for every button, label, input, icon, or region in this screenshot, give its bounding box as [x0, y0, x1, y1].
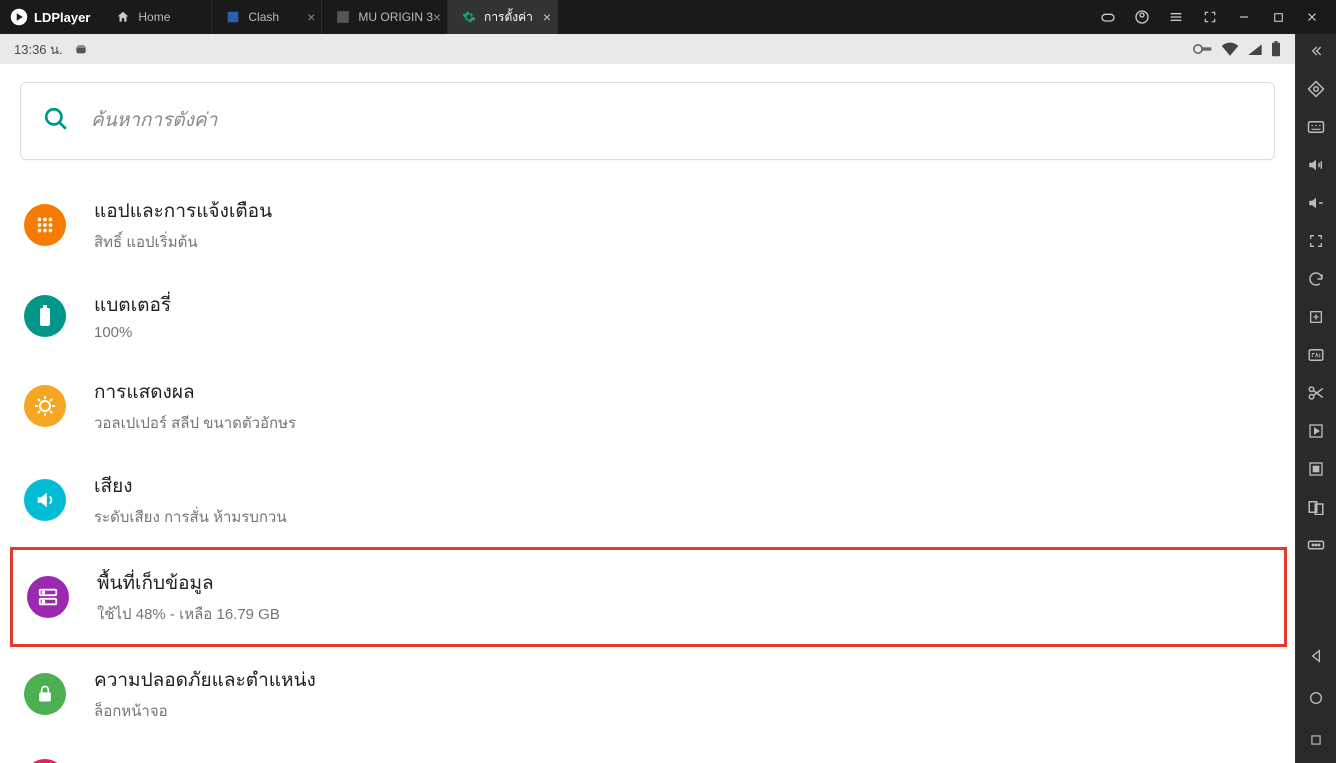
keyboard-icon[interactable]	[1305, 116, 1327, 138]
close-icon[interactable]: ×	[433, 9, 441, 25]
gamepad-icon[interactable]	[1100, 9, 1116, 25]
close-icon[interactable]: ×	[307, 9, 315, 25]
tab-home[interactable]: Home	[102, 0, 212, 34]
tab-clash[interactable]: Clash ×	[212, 0, 322, 34]
settings-item-battery[interactable]: แบตเตอรี่ 100%	[2, 272, 1293, 359]
nav-back-icon[interactable]	[1305, 645, 1327, 667]
app-name: LDPlayer	[34, 10, 90, 25]
clock: 13:36 น.	[14, 39, 63, 60]
apk-icon[interactable]	[1305, 344, 1327, 366]
tab-settings[interactable]: การตั้งค่า ×	[448, 0, 558, 34]
battery-icon	[1271, 41, 1281, 57]
vpn-icon	[1193, 42, 1213, 56]
volume-up-icon[interactable]	[1305, 154, 1327, 176]
wifi-icon	[1221, 42, 1239, 56]
location-icon[interactable]	[1305, 78, 1327, 100]
item-sub: สิทธิ์ แอปเริ่มต้น	[94, 230, 272, 254]
settings-item-storage[interactable]: พื้นที่เก็บข้อมูล ใช้ไป 48% - เหลือ 16.7…	[10, 547, 1287, 647]
fullscreen2-icon[interactable]	[1305, 230, 1327, 252]
settings-item-display[interactable]: การแสดงผล วอลเปเปอร์ สลีป ขนาดตัวอักษร	[2, 359, 1293, 453]
screenshot-icon[interactable]	[1305, 458, 1327, 480]
ldplayer-icon	[10, 8, 28, 26]
battery-full-icon	[24, 295, 66, 337]
sync-icon[interactable]	[1305, 268, 1327, 290]
scissors-icon[interactable]	[1305, 382, 1327, 404]
collapse-icon[interactable]	[1305, 40, 1327, 62]
fullscreen-icon[interactable]	[1202, 9, 1218, 25]
mu-icon	[336, 10, 350, 24]
install-icon[interactable]	[1305, 306, 1327, 328]
emulator-toolbar	[1296, 34, 1336, 763]
app-logo: LDPlayer	[0, 8, 102, 26]
menu-icon[interactable]	[1168, 9, 1184, 25]
nav-home-icon[interactable]	[1305, 687, 1327, 709]
titlebar-controls	[1100, 9, 1336, 25]
lock-icon	[24, 673, 66, 715]
settings-item-account[interactable]: บัญชี	[2, 741, 1293, 763]
settings-item-apps[interactable]: แอปและการแจ้งเตือน สิทธิ์ แอปเริ่มต้น	[2, 178, 1293, 272]
home-icon	[116, 10, 130, 24]
user-icon[interactable]	[1134, 9, 1150, 25]
close-icon[interactable]: ×	[543, 9, 551, 25]
more-icon[interactable]	[1305, 534, 1327, 556]
settings-item-security[interactable]: ความปลอดภัยและตำแหน่ง ล็อกหน้าจอ	[2, 647, 1293, 741]
item-title: พื้นที่เก็บข้อมูล	[97, 568, 280, 598]
search-card[interactable]	[20, 82, 1275, 160]
tab-mu[interactable]: MU ORIGIN 3 ×	[322, 0, 448, 34]
titlebar: LDPlayer Home Clash × MU ORIGIN 3 ×	[0, 0, 1336, 34]
brightness-icon	[24, 385, 66, 427]
tabs: Home Clash × MU ORIGIN 3 × การตั้งค่า ×	[102, 0, 558, 34]
android-statusbar: 13:36 น.	[0, 34, 1295, 64]
search-icon	[43, 106, 69, 137]
maximize-icon[interactable]	[1270, 9, 1286, 25]
tab-home-label: Home	[138, 10, 170, 24]
nav-recent-icon[interactable]	[1305, 729, 1327, 751]
storage-icon	[27, 576, 69, 618]
tab-settings-label: การตั้งค่า	[484, 8, 533, 27]
volume-down-icon[interactable]	[1305, 192, 1327, 214]
apps-icon	[24, 204, 66, 246]
record-icon[interactable]	[1305, 420, 1327, 442]
item-title: แบตเตอรี่	[94, 290, 171, 320]
search-input[interactable]	[91, 110, 1252, 132]
item-sub: ระดับเสียง การสั่น ห้ามรบกวน	[94, 505, 287, 529]
tab-clash-label: Clash	[248, 10, 279, 24]
item-title: ความปลอดภัยและตำแหน่ง	[94, 665, 316, 695]
multi-icon[interactable]	[1305, 496, 1327, 518]
item-sub: ใช้ไป 48% - เหลือ 16.79 GB	[97, 602, 280, 626]
gear-icon	[462, 10, 476, 24]
item-sub: ล็อกหน้าจอ	[94, 699, 316, 723]
minimize-icon[interactable]	[1236, 9, 1252, 25]
tab-mu-label: MU ORIGIN 3	[358, 10, 433, 24]
item-title: แอปและการแจ้งเตือน	[94, 196, 272, 226]
item-title: การแสดงผล	[94, 377, 296, 407]
settings-list: แอปและการแจ้งเตือน สิทธิ์ แอปเริ่มต้น แบ…	[2, 174, 1293, 763]
item-title: เสียง	[94, 471, 287, 501]
close-icon[interactable]	[1304, 9, 1320, 25]
settings-item-sound[interactable]: เสียง ระดับเสียง การสั่น ห้ามรบกวน	[2, 453, 1293, 547]
signal-icon	[1247, 42, 1263, 56]
account-icon	[24, 759, 66, 763]
clash-icon	[226, 10, 240, 24]
item-sub: 100%	[94, 324, 171, 341]
adb-icon	[73, 40, 89, 59]
android-pane: 13:36 น.	[0, 34, 1296, 763]
item-sub: วอลเปเปอร์ สลีป ขนาดตัวอักษร	[94, 411, 296, 435]
volume-icon	[24, 479, 66, 521]
